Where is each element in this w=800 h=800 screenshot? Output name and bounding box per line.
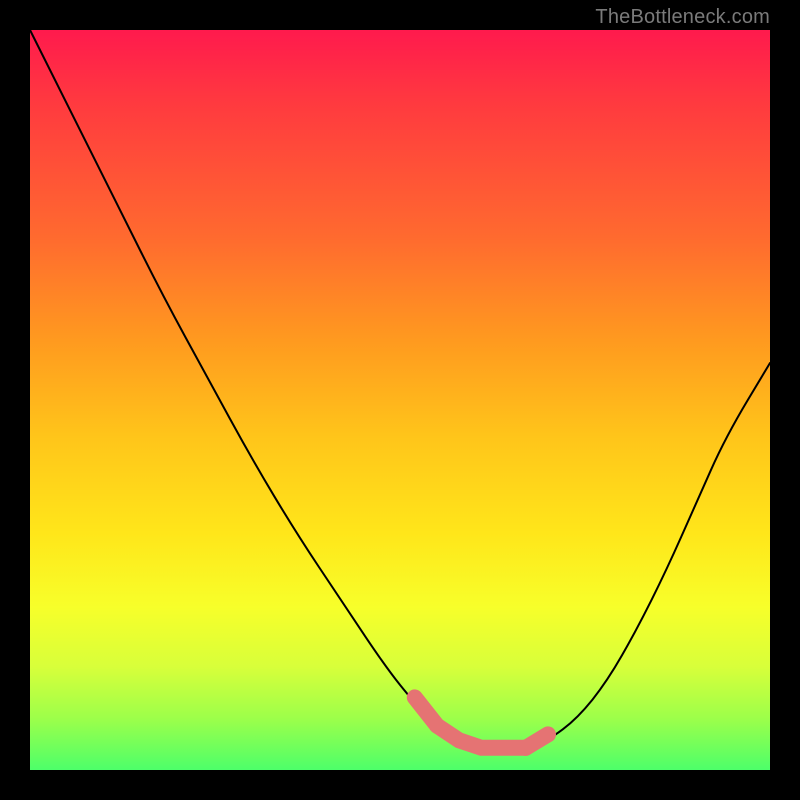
outer-frame: TheBottleneck.com bbox=[0, 0, 800, 800]
bottleneck-curve bbox=[30, 30, 770, 748]
watermark-text: TheBottleneck.com bbox=[595, 6, 770, 29]
highlight-right-slope bbox=[526, 734, 548, 747]
highlight-flat-bottom bbox=[437, 726, 526, 748]
plot-area bbox=[30, 30, 770, 770]
chart-svg bbox=[30, 30, 770, 770]
